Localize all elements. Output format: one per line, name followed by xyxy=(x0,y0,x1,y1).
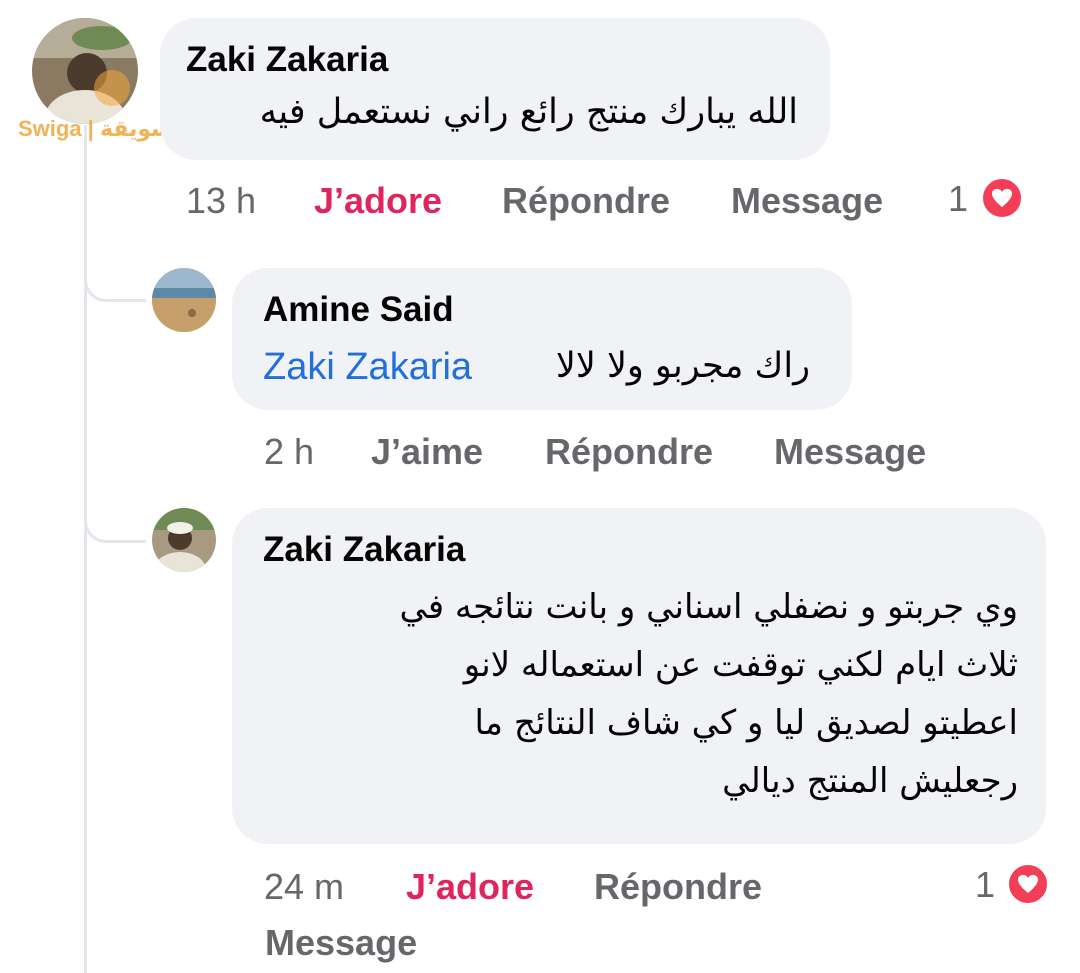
reply-button[interactable]: Répondre xyxy=(545,431,713,473)
comment-line: وي جربتو و نضفلي اسناني و بانت نتائجه في xyxy=(399,587,1018,627)
avatar-zaki-zakaria[interactable] xyxy=(152,508,216,572)
comment-text: الله يبارك منتج رائع راني نستعمل فيه xyxy=(259,92,798,132)
thread-connector-reply-1 xyxy=(84,262,146,302)
reply-button[interactable]: Répondre xyxy=(502,180,670,222)
comment-line: ثلاث ايام لكني توقفت عن استعماله لانو xyxy=(463,645,1018,685)
comment-timestamp: 13 h xyxy=(186,180,257,221)
heart-icon xyxy=(1006,862,1050,906)
comment-line: رجعليش المنتج ديالي xyxy=(722,761,1018,801)
message-button[interactable]: Message xyxy=(265,922,417,964)
thread-connector-reply-2 xyxy=(84,503,146,543)
message-button[interactable]: Message xyxy=(731,180,883,222)
love-button[interactable]: J’adore xyxy=(314,180,442,222)
watermark: Swiga | سويقة xyxy=(18,116,173,141)
mention-link[interactable]: Zaki Zakaria xyxy=(263,346,472,389)
like-button[interactable]: J’aime xyxy=(371,431,483,473)
reply-button[interactable]: Répondre xyxy=(594,866,762,908)
comment-timestamp: 24 m xyxy=(264,866,345,907)
comment-text: راك مجربو ولا لالا xyxy=(555,346,810,386)
love-button[interactable]: J’adore xyxy=(406,866,534,908)
avatar-zaki-zakaria[interactable] xyxy=(32,18,138,124)
avatar-amine-said[interactable] xyxy=(152,268,216,332)
heart-icon xyxy=(980,176,1024,220)
reaction-count[interactable]: 1 xyxy=(975,864,995,906)
reaction-count[interactable]: 1 xyxy=(948,178,968,220)
thread-line xyxy=(84,125,87,973)
comment-author[interactable]: Zaki Zakaria xyxy=(263,530,465,570)
comment-author[interactable]: Amine Said xyxy=(263,290,454,330)
message-button[interactable]: Message xyxy=(774,431,926,473)
comment-line: اعطيتو لصديق ليا و كي شاف النتائج ما xyxy=(474,703,1018,743)
comment-text: وي جربتو و نضفلي اسناني و بانت نتائجه في… xyxy=(400,578,1018,810)
comment-timestamp: 2 h xyxy=(264,431,315,472)
comment-author[interactable]: Zaki Zakaria xyxy=(186,40,388,80)
